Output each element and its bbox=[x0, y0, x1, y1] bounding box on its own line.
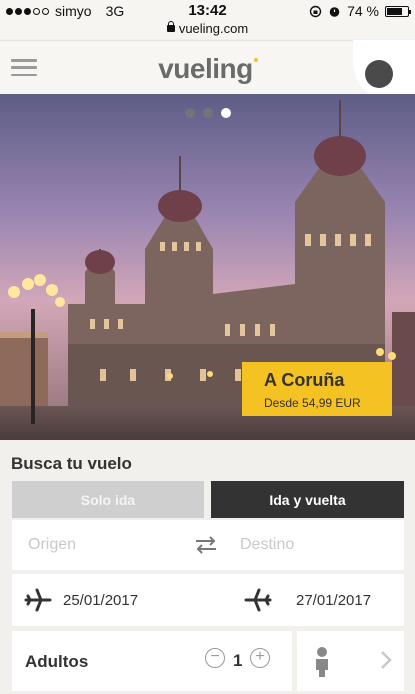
adults-count: 1 bbox=[233, 651, 243, 670]
trip-one-way-button[interactable]: Solo ida bbox=[12, 481, 204, 518]
promo-price: Desde 54,99 EUR bbox=[264, 396, 361, 410]
destination-field[interactable]: Destino bbox=[240, 536, 294, 554]
dates-row: 25/01/2017 27/01/2017 bbox=[12, 574, 404, 626]
adults-row: Adultos − 1 + bbox=[12, 631, 292, 691]
battery-percent: 74 % bbox=[347, 3, 379, 19]
status-bar: simyo 3G 13:42 74 % bbox=[0, 0, 415, 22]
carousel-dot[interactable] bbox=[203, 108, 213, 118]
departure-plane-icon bbox=[24, 588, 52, 612]
address-bar[interactable]: vueling.com bbox=[0, 21, 415, 39]
hero-banner: A Coruña Desde 54,99 EUR bbox=[0, 94, 415, 440]
origin-field[interactable]: Origen bbox=[28, 536, 76, 554]
return-plane-icon bbox=[244, 588, 272, 612]
adults-plus-button[interactable]: + bbox=[250, 648, 270, 668]
flight-search: Busca tu vuelo Solo ida Ida y vuelta Ori… bbox=[0, 440, 415, 694]
origin-destination-row: Origen Destino bbox=[12, 520, 404, 570]
adults-minus-button[interactable]: − bbox=[205, 648, 225, 668]
carousel-dots bbox=[185, 108, 231, 118]
carousel-dot-active[interactable] bbox=[221, 108, 231, 118]
user-avatar[interactable] bbox=[365, 60, 393, 88]
chevron-right-icon bbox=[381, 651, 392, 669]
adults-label: Adultos bbox=[25, 652, 89, 671]
return-date[interactable]: 27/01/2017 bbox=[296, 592, 371, 609]
alarm-icon bbox=[329, 6, 340, 17]
child-icon bbox=[316, 647, 328, 677]
swap-icon[interactable] bbox=[194, 536, 218, 554]
battery-icon bbox=[385, 5, 411, 17]
logo-accent-dot bbox=[253, 58, 258, 62]
carousel-dot[interactable] bbox=[185, 108, 195, 118]
url-text: vueling.com bbox=[178, 21, 249, 36]
status-right: 74 % bbox=[309, 3, 411, 19]
promo-card[interactable]: A Coruña Desde 54,99 EUR bbox=[242, 362, 392, 416]
promo-city: A Coruña bbox=[264, 370, 345, 390]
rotation-lock-icon bbox=[309, 5, 322, 17]
lock-icon bbox=[166, 21, 175, 32]
departure-date[interactable]: 25/01/2017 bbox=[63, 592, 138, 609]
search-title: Busca tu vuelo bbox=[11, 454, 132, 473]
children-row[interactable] bbox=[297, 631, 404, 691]
trip-round-button[interactable]: Ida y vuelta bbox=[211, 481, 404, 518]
